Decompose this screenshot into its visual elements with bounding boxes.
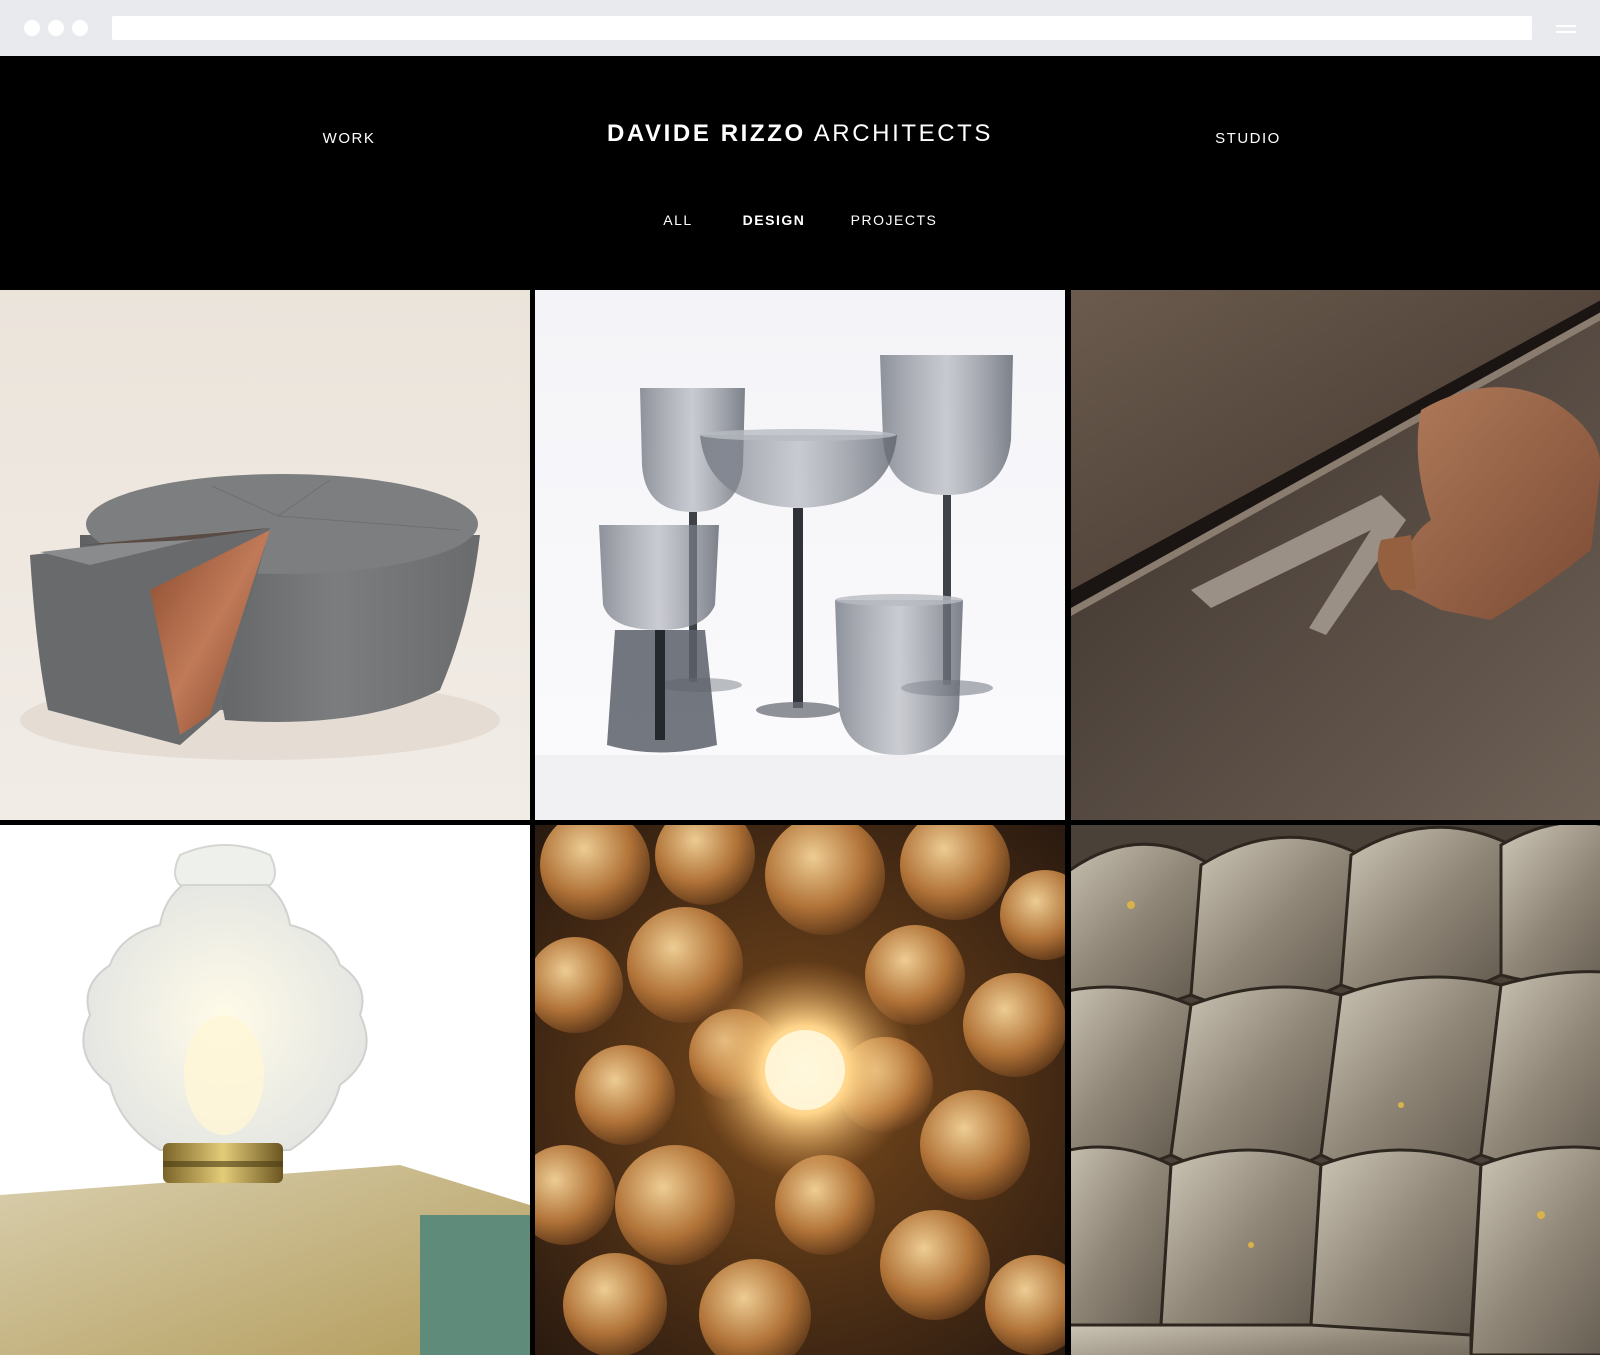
filter-design[interactable]: DESIGN (743, 212, 806, 228)
address-bar[interactable] (112, 16, 1532, 40)
hamburger-icon[interactable] (1556, 22, 1576, 34)
filter-projects[interactable]: PROJECTS (851, 212, 938, 228)
gallery-tile-glass-spheres[interactable] (535, 825, 1065, 1355)
window-maximize-dot[interactable] (72, 20, 88, 36)
category-filters: ALL DESIGN PROJECTS (0, 212, 1600, 236)
project-gallery (0, 290, 1600, 1355)
drawer-handle-image (1071, 290, 1600, 820)
glassware-image (535, 290, 1065, 820)
gallery-tile-glass-lamp[interactable] (0, 825, 530, 1355)
scale-tiles-image (1071, 825, 1600, 1355)
gallery-tile-scale-tiles[interactable] (1071, 825, 1600, 1355)
window-minimize-dot[interactable] (48, 20, 64, 36)
site-logo[interactable]: DAVIDE RIZZO ARCHITECTS (607, 120, 993, 148)
gallery-tile-segmented-table[interactable] (0, 290, 530, 820)
hamburger-line (1556, 25, 1576, 27)
glass-spheres-image (535, 825, 1065, 1355)
hamburger-line (1556, 31, 1576, 33)
site-header: WORK DAVIDE RIZZO ARCHITECTS STUDIO ALL … (0, 25, 1600, 290)
segmented-table-image (0, 290, 530, 820)
logo-name: DAVIDE RIZZO (606, 120, 806, 147)
nav-work-link[interactable]: WORK (323, 130, 376, 147)
filter-all[interactable]: ALL (663, 212, 692, 228)
browser-chrome (0, 0, 1600, 56)
logo-suffix: ARCHITECTS (813, 120, 994, 147)
glass-lamp-image (0, 825, 530, 1355)
gallery-tile-drawer-handle[interactable] (1071, 290, 1600, 820)
nav-studio-link[interactable]: STUDIO (1215, 130, 1281, 147)
window-close-dot[interactable] (24, 20, 40, 36)
gallery-tile-glassware[interactable] (535, 290, 1065, 820)
